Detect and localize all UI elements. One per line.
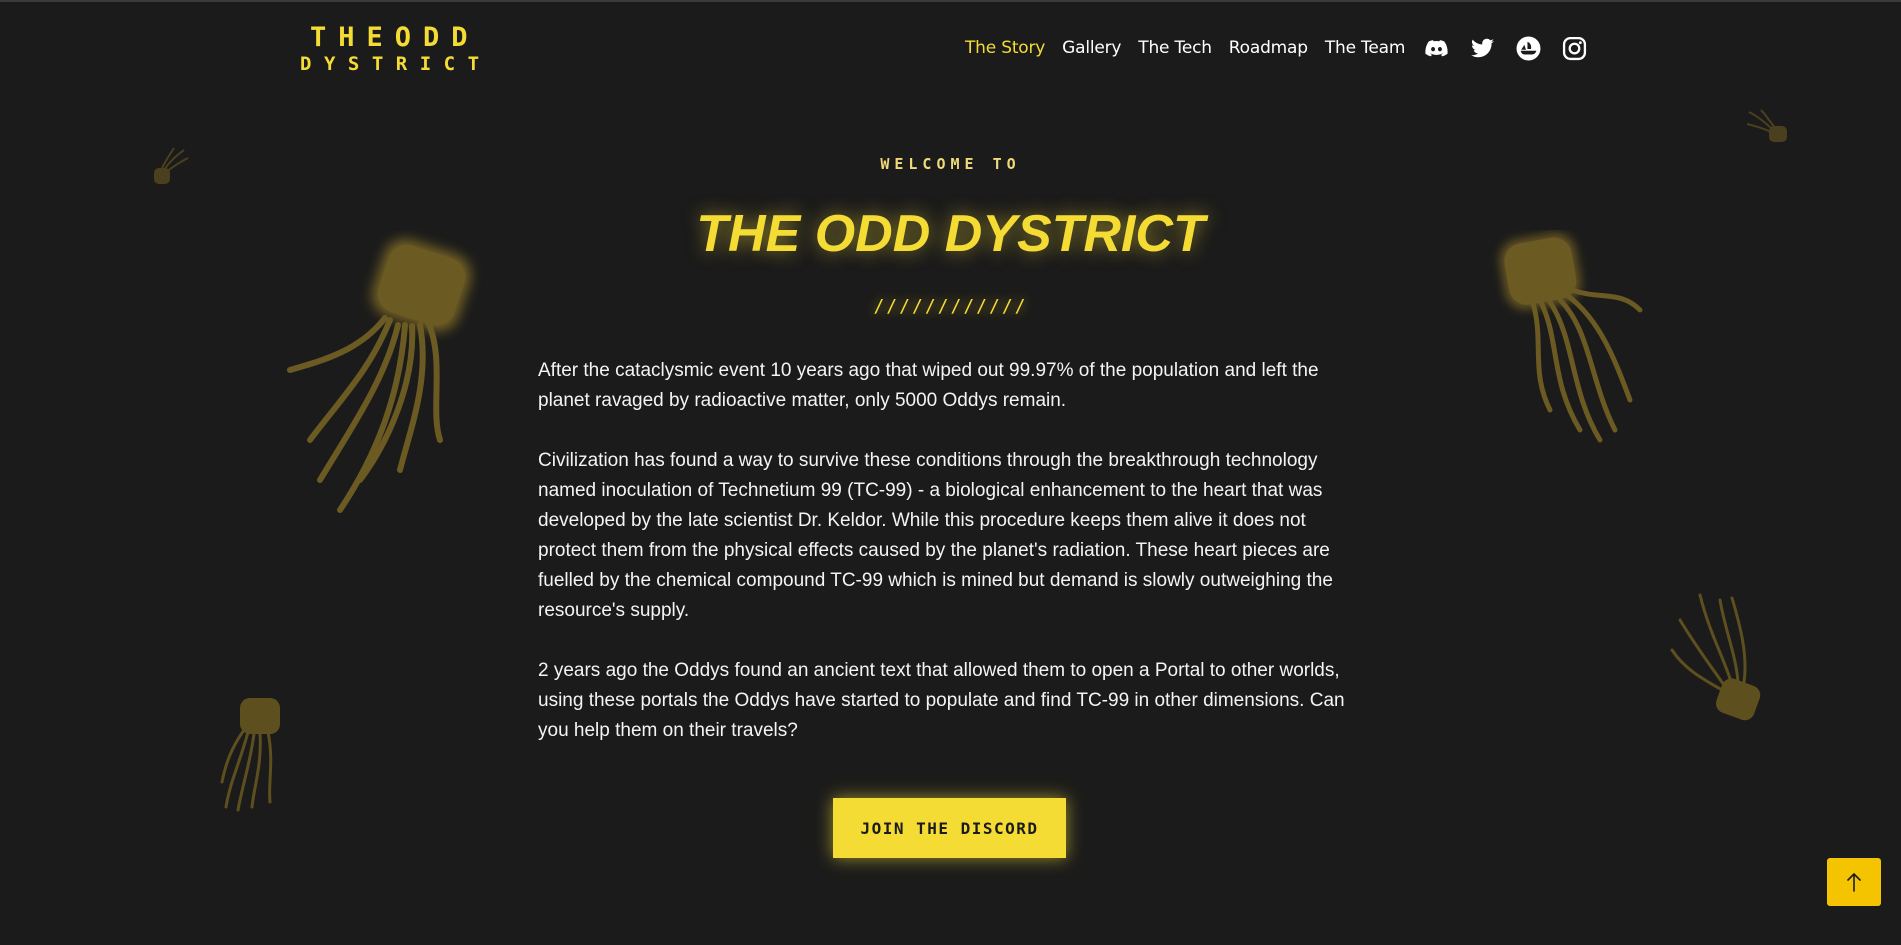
nav-roadmap[interactable]: Roadmap (1229, 38, 1308, 58)
site-logo[interactable]: THEODD DYSTRICT (300, 22, 505, 78)
social-links (1424, 36, 1587, 61)
arrow-up-icon (1847, 873, 1861, 892)
jellyfish-large-left (287, 239, 471, 513)
discord-icon[interactable] (1424, 36, 1449, 61)
nav-the-story[interactable]: The Story (965, 38, 1045, 58)
story-paragraph-2: Civilization has found a way to survive … (538, 450, 1333, 621)
page-title: THE ODD DYSTRICT (696, 205, 1205, 263)
jellyfish-small-left (220, 698, 280, 812)
jellyfish-small-right (1670, 593, 1761, 721)
logo-line-2: DYSTRICT (300, 53, 492, 75)
instagram-icon[interactable] (1562, 36, 1587, 61)
jellyfish-tiny-right (1746, 109, 1787, 142)
story-text: After the cataclysmic event 10 years ago… (538, 356, 1368, 776)
scroll-to-top-button[interactable] (1827, 858, 1881, 906)
nav-gallery[interactable]: Gallery (1062, 38, 1121, 58)
welcome-label: WELCOME TO (880, 155, 1021, 173)
twitter-icon[interactable] (1470, 36, 1495, 61)
nav-the-tech[interactable]: The Tech (1138, 38, 1212, 58)
nav-the-team[interactable]: The Team (1325, 38, 1406, 58)
join-discord-button[interactable]: JOIN THE DISCORD (833, 798, 1066, 858)
top-border (0, 0, 1901, 2)
story-paragraph-1: After the cataclysmic event 10 years ago… (538, 360, 1319, 411)
story-paragraph-3: 2 years ago the Oddys found an ancient t… (538, 660, 1345, 741)
title-divider: //////////// (873, 296, 1028, 317)
opensea-icon[interactable] (1516, 36, 1541, 61)
logo-line-1: THEODD (310, 22, 480, 53)
main-nav: The Story Gallery The Tech Roadmap The T… (965, 38, 1405, 58)
